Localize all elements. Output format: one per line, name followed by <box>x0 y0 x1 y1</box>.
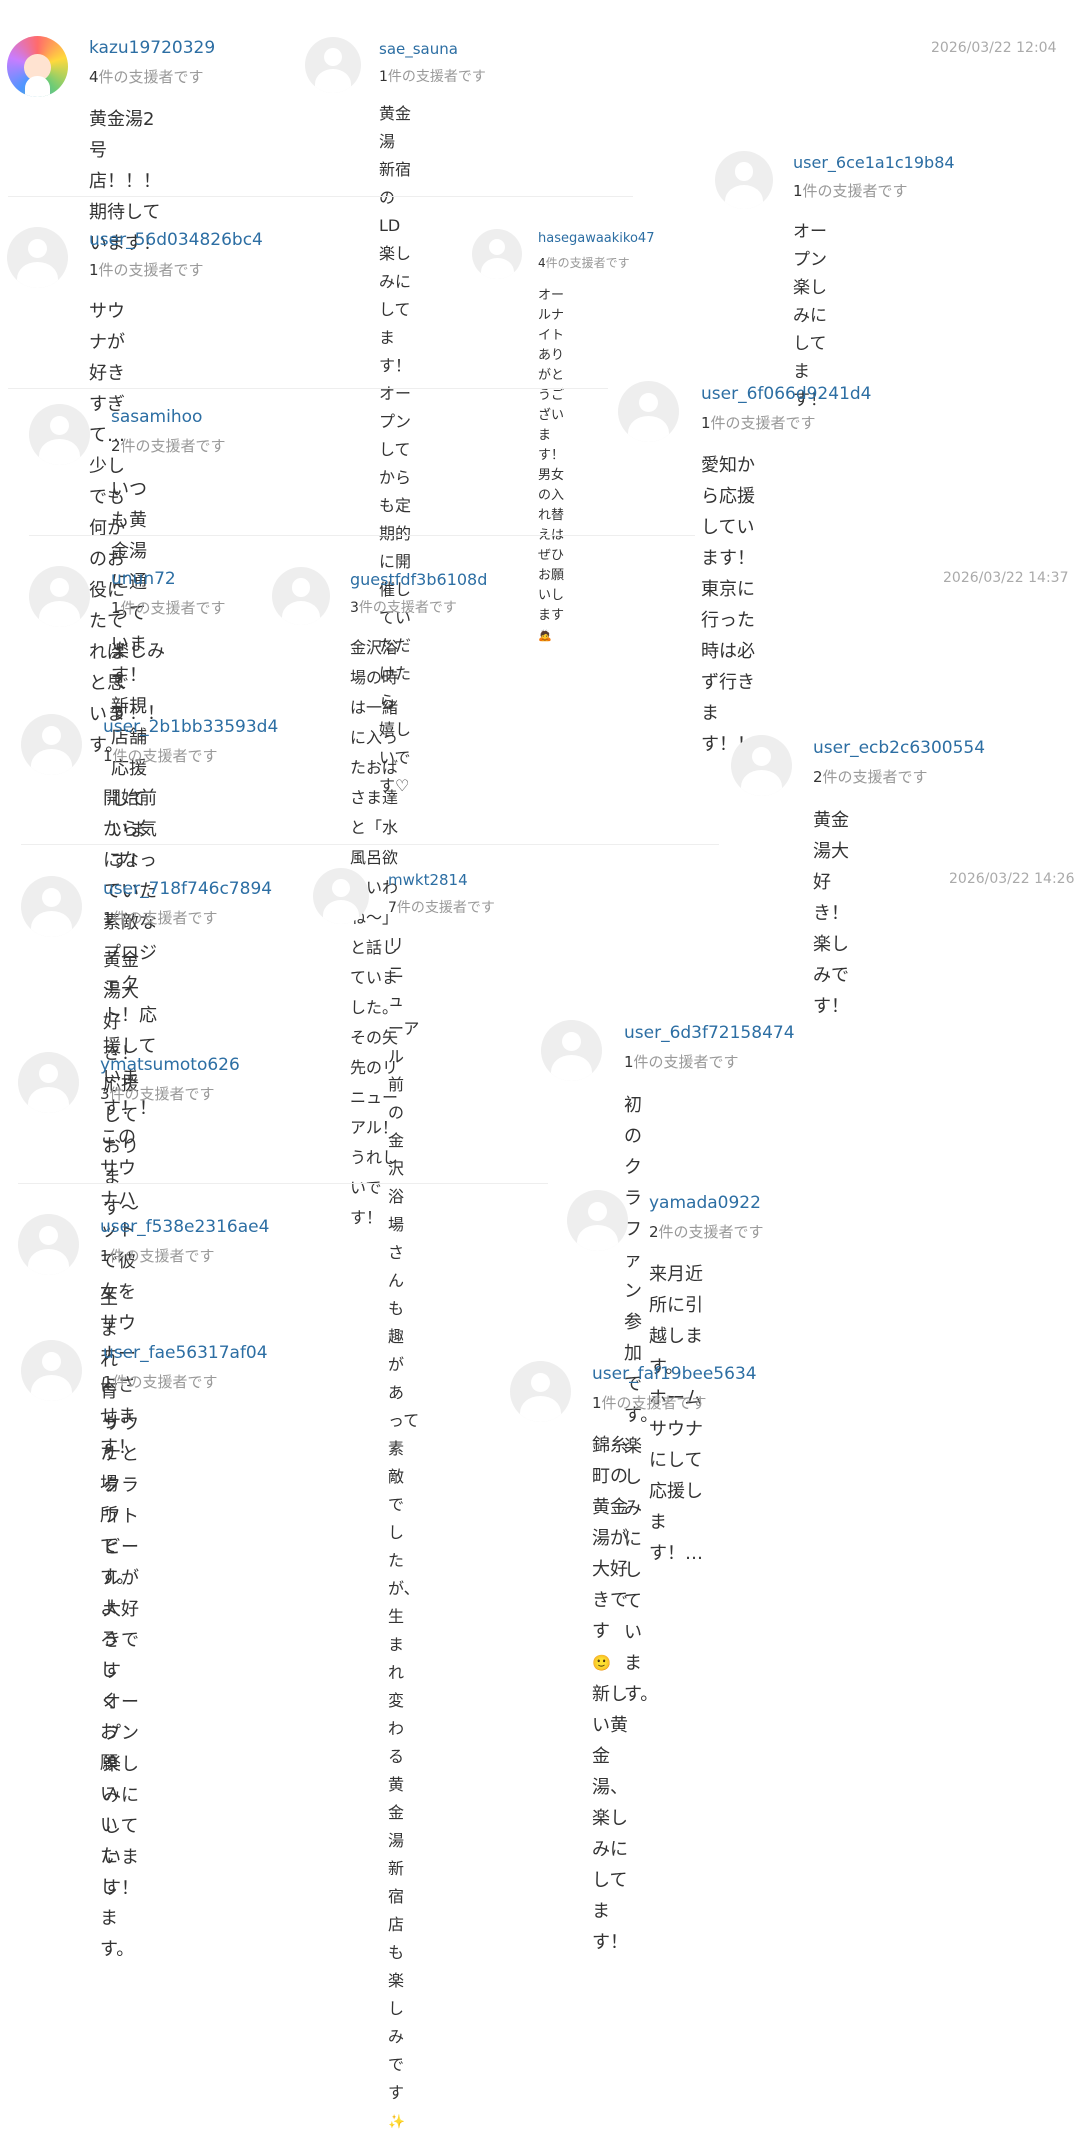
avatar[interactable] <box>29 404 90 465</box>
comment-text: 黄金湯大好き！楽しみです！ <box>813 810 849 1017</box>
username-link[interactable]: hasegawaakiko47 <box>538 231 654 246</box>
divider <box>29 535 695 536</box>
username-link[interactable]: user_ecb2c6300554 <box>813 738 985 758</box>
username-link[interactable]: user_f538e2316ae4 <box>100 1217 269 1237</box>
avatar[interactable] <box>21 876 82 937</box>
avatar[interactable] <box>21 1340 82 1401</box>
avatar[interactable] <box>29 566 90 627</box>
supporter-count: 1件の支援者です <box>100 1247 215 1265</box>
avatar[interactable] <box>7 227 68 288</box>
username-link[interactable]: user_2b1bb33593d4 <box>103 717 278 737</box>
username-link[interactable]: mwkt2814 <box>388 871 468 889</box>
username-link[interactable]: guestfdf3b6108d <box>350 570 487 589</box>
supporter-count: 1件の支援者です <box>379 69 486 85</box>
avatar[interactable] <box>18 1214 79 1275</box>
comment-text: 錦糸町の黄金湯が大好きです🙂 新しい黄金湯、楽しみにしてます！ <box>592 1435 628 1953</box>
supporter-count: 3件の支援者です <box>100 1085 215 1103</box>
supporter-count: 3件の支援者です <box>350 600 457 616</box>
username-link[interactable]: user_6ce1a1c19b84 <box>793 153 955 172</box>
supporter-count: 2件の支援者です <box>813 768 928 786</box>
comment-date: 2026/03/22 14:37 <box>943 570 1069 586</box>
avatar[interactable] <box>510 1361 571 1422</box>
avatar[interactable] <box>618 381 679 442</box>
username-link[interactable]: kazu19720329 <box>89 38 215 58</box>
avatar[interactable] <box>472 229 522 279</box>
supporter-count: 4件の支援者です <box>89 68 204 86</box>
avatar[interactable] <box>272 567 330 625</box>
username-link[interactable]: ymatsumoto626 <box>100 1055 240 1075</box>
comment-date: 2026/03/22 12:04 <box>931 40 1057 56</box>
avatar[interactable] <box>18 1052 79 1113</box>
avatar[interactable] <box>731 735 792 796</box>
username-link[interactable]: sae_sauna <box>379 40 458 58</box>
avatar[interactable] <box>21 714 82 775</box>
username-link[interactable]: unun72 <box>111 569 176 589</box>
supporter-count: 1件の支援者です <box>701 414 816 432</box>
username-link[interactable]: user_faf19bee5634 <box>592 1364 757 1384</box>
avatar[interactable] <box>305 37 361 93</box>
comment-text: 愛知から応援しています！ 東京に行った時は必ず行きます！！ <box>701 455 755 755</box>
avatar[interactable] <box>7 36 68 97</box>
comment-text: 来月近所に引越します。 ホームサウナにして応援します！… <box>649 1264 703 1564</box>
comment-text: サウナとクラフトビールが大好きです オープン楽しみにしています！ <box>103 1413 139 1899</box>
username-link[interactable]: user_6f066d9241d4 <box>701 384 872 404</box>
supporter-count: 1件の支援者です <box>111 599 226 617</box>
supporter-count: 1件の支援者です <box>793 182 908 200</box>
username-link[interactable]: user_718f746c7894 <box>103 879 272 899</box>
username-link[interactable]: yamada0922 <box>649 1193 761 1213</box>
comment-text: 楽しみです！！ <box>111 641 165 724</box>
avatar[interactable] <box>541 1020 602 1081</box>
sparkles-emoji-icon: ✨ <box>388 2114 405 2130</box>
divider <box>8 196 633 197</box>
comment-text: リニューアル前の金沢浴場さんも趣があって素敵でしたが、生まれ変わる黄金湯新宿店 … <box>388 935 420 2130</box>
supporter-count: 1件の支援者です <box>624 1053 739 1071</box>
supporter-count: 1件の支援者です <box>89 261 204 279</box>
avatar[interactable] <box>715 151 773 209</box>
supporter-count: 1件の支援者です <box>103 909 218 927</box>
divider <box>18 1183 548 1184</box>
supporter-count: 1件の支援者です <box>103 747 218 765</box>
divider <box>8 388 608 389</box>
supporter-count: 4件の支援者です <box>538 256 630 270</box>
avatar[interactable] <box>313 868 369 924</box>
supporter-count: 1件の支援者です <box>103 1373 218 1391</box>
supporter-count: 7件の支援者です <box>388 900 495 916</box>
username-link[interactable]: sasamihoo <box>111 407 202 427</box>
username-link[interactable]: user_fae56317af04 <box>103 1343 268 1363</box>
bowing-emoji-icon: 🙇 <box>538 629 552 642</box>
comment-date: 2026/03/22 14:26 <box>949 871 1075 887</box>
supporter-count: 2件の支援者です <box>111 437 226 455</box>
username-link[interactable]: user_6d3f72158474 <box>624 1023 795 1043</box>
comment-text: オールナイトありがとうございます！男女の入れ替えはぜひお願いします🙇 <box>538 288 565 642</box>
username-link[interactable]: user_56d034826bc4 <box>89 230 263 250</box>
supporter-count: 2件の支援者です <box>649 1223 764 1241</box>
divider <box>21 844 719 845</box>
supporter-count: 1件の支援者です <box>592 1394 707 1412</box>
smiley-emoji-icon: 🙂 <box>592 1654 612 1672</box>
avatar[interactable] <box>567 1190 628 1251</box>
